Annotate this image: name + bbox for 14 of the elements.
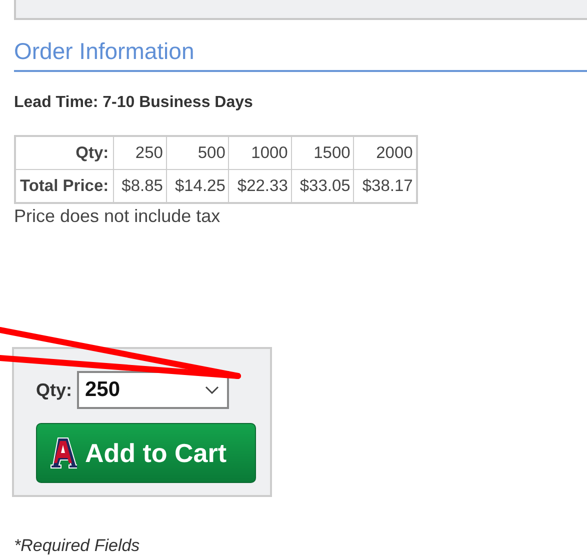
table-cell: 1500 [291, 136, 354, 170]
qty-select[interactable]: 250 [77, 371, 229, 409]
row-header: Qty: [15, 136, 114, 170]
table-cell: 250 [113, 136, 166, 170]
table-cell: 500 [166, 136, 229, 170]
table-cell: 1000 [228, 136, 292, 170]
required-fields-note: *Required Fields [14, 537, 140, 555]
tax-note: Price does not include tax [14, 206, 220, 227]
lead-time: Lead Time: 7-10 Business Days [14, 94, 253, 112]
logo-icon [49, 437, 77, 469]
qty-label: Qty: [36, 380, 72, 400]
section-heading: Order Information [14, 37, 587, 72]
chevron-down-icon [205, 386, 219, 394]
add-to-cart-button[interactable]: Add to Cart [36, 423, 256, 483]
